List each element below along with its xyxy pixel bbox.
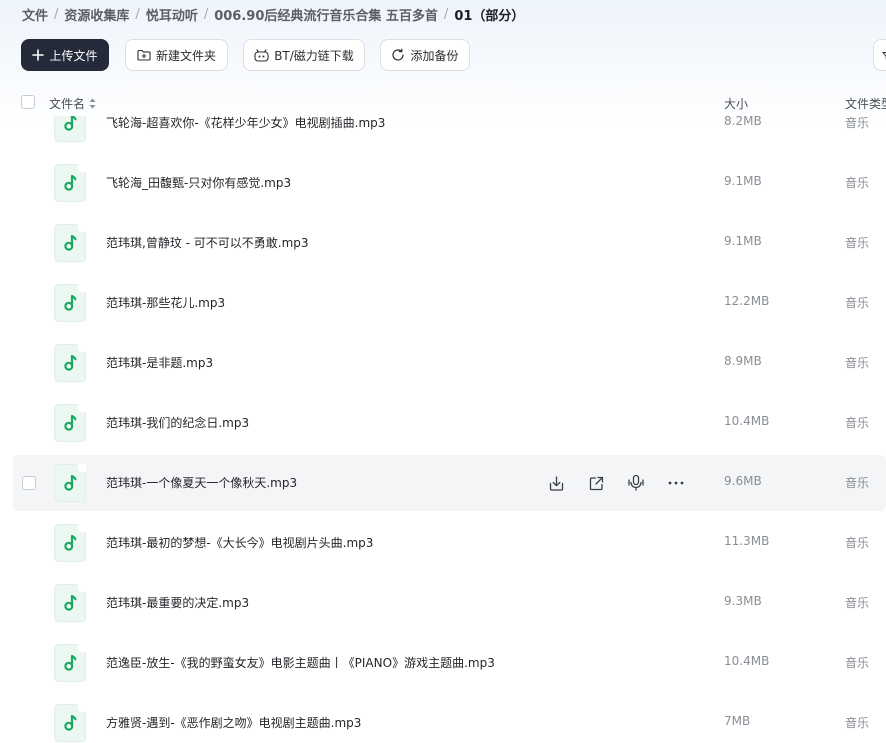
music-note-icon [54,116,86,142]
music-note-icon [54,704,86,742]
file-name[interactable]: 范玮琪-最初的梦想-《大长今》电视剧片头曲.mp3 [106,534,373,551]
file-name[interactable]: 范玮琪-那些花儿.mp3 [106,294,225,311]
file-type: 音乐 [845,416,870,430]
file-row[interactable]: 范逸臣-放生-《我的野蛮女友》电影主题曲丨《PIANO》游戏主题曲.mp3 10.… [13,635,886,691]
upload-button[interactable]: 上传文件 [21,39,109,71]
music-note-icon [54,524,86,562]
file-size: 12.2MB [724,294,770,308]
file-name[interactable]: 范玮琪,曾静玟 - 可不可以不勇敢.mp3 [106,234,309,251]
add-backup-button-label: 添加备份 [410,48,459,63]
file-name[interactable]: 飞轮海_田馥甄-只对你有感觉.mp3 [106,174,291,191]
file-size: 9.6MB [724,474,762,488]
file-row[interactable]: 范玮琪-一个像夏天一个像秋天.mp3 9.6MB 音乐 [13,455,886,511]
column-header-type[interactable]: 文件类型 [845,95,886,112]
row-checkbox[interactable] [22,476,36,490]
music-note-icon [54,284,86,322]
file-row[interactable]: 方雅贤-遇到-《恶作剧之吻》电视剧主题曲.mp3 7MB 音乐 [13,695,886,743]
file-name[interactable]: 范玮琪-最重要的决定.mp3 [106,594,249,611]
upload-button-label: 上传文件 [49,48,98,63]
file-size: 8.2MB [724,116,762,128]
file-row[interactable]: 范玮琪-是非题.mp3 8.9MB 音乐 [13,335,886,391]
breadcrumb-separator: / [443,6,449,22]
file-type: 音乐 [845,656,870,670]
file-name[interactable]: 范玮琪-一个像夏天一个像秋天.mp3 [106,474,297,491]
column-header-name-label: 文件名 [49,97,86,111]
music-note-icon [54,584,86,622]
new-folder-button[interactable]: 新建文件夹 [125,39,228,71]
music-note-icon [54,644,86,682]
breadcrumb-separator: / [135,6,140,22]
file-name[interactable]: 方雅贤-遇到-《恶作剧之吻》电视剧主题曲.mp3 [106,714,361,731]
folder-plus-icon [137,49,151,61]
voice-icon[interactable] [626,473,646,493]
breadcrumb-item-music[interactable]: 悦耳动听 [146,5,198,24]
file-type: 音乐 [845,356,870,370]
file-row[interactable]: 范玮琪-最初的梦想-《大长今》电视剧片头曲.mp3 11.3MB 音乐 [13,515,886,571]
file-row[interactable]: 范玮琪-那些花儿.mp3 12.2MB 音乐 [13,275,886,331]
music-note-icon [54,344,86,382]
file-size: 9.1MB [724,174,762,188]
bt-download-button-label: BT/磁力链下载 [274,48,354,63]
music-note-icon [54,404,86,442]
music-note-icon [54,464,86,502]
file-list: 飞轮海-超喜欢你-《花样少年少女》电视剧插曲.mp3 8.2MB 音乐 飞轮海_田馥甄… [0,116,886,743]
file-name[interactable]: 范逸臣-放生-《我的野蛮女友》电影主题曲丨《PIANO》游戏主题曲.mp3 [106,654,495,671]
add-backup-button[interactable]: 添加备份 [380,39,470,71]
file-type: 音乐 [845,476,870,490]
breadcrumb-item-collection[interactable]: 资源收集库 [64,5,129,24]
file-row[interactable]: 范玮琪,曾静玟 - 可不可以不勇敢.mp3 9.1MB 音乐 [13,215,886,271]
file-type: 音乐 [845,296,870,310]
breadcrumb-item-album[interactable]: 006.90后经典流行音乐合集 五百多首 [214,5,438,24]
file-size: 11.3MB [724,534,770,548]
file-size: 7MB [724,714,751,728]
file-row[interactable]: 范玮琪-我们的纪念日.mp3 10.4MB 音乐 [13,395,886,451]
more-icon[interactable] [666,473,686,493]
file-type: 音乐 [845,116,870,130]
file-size: 10.4MB [724,654,770,668]
bt-icon [254,48,269,62]
share-icon[interactable] [586,473,606,493]
column-header-size[interactable]: 大小 [724,95,748,112]
breadcrumb-separator: / [54,6,59,22]
file-row[interactable]: 范玮琪-最重要的决定.mp3 9.3MB 音乐 [13,575,886,631]
file-name[interactable]: 飞轮海-超喜欢你-《花样少年少女》电视剧插曲.mp3 [106,116,385,131]
breadcrumb-separator: / [203,6,209,22]
file-type: 音乐 [845,536,870,550]
file-size: 8.9MB [724,354,762,368]
music-note-icon [54,164,86,202]
plus-icon [32,49,45,61]
file-size: 9.1MB [724,234,762,248]
new-folder-button-label: 新建文件夹 [155,48,216,63]
file-type: 音乐 [845,176,870,190]
music-note-icon [54,224,86,262]
download-icon[interactable] [546,473,566,493]
bt-download-button[interactable]: BT/磁力链下载 [243,39,365,71]
file-name[interactable]: 范玮琪-我们的纪念日.mp3 [106,414,249,431]
file-type: 音乐 [845,596,870,610]
file-type: 音乐 [845,716,870,730]
select-all-checkbox[interactable] [21,95,35,109]
file-name[interactable]: 范玮琪-是非题.mp3 [106,354,213,371]
filter-button[interactable] [873,39,886,71]
file-row[interactable]: 飞轮海_田馥甄-只对你有感觉.mp3 9.1MB 音乐 [13,155,886,211]
table-header: 文件名 大小 文件类型 [0,90,886,116]
breadcrumb: 文件 / 资源收集库 / 悦耳动听 / 006.90后经典流行音乐合集 五百多首… [22,4,524,24]
file-type: 音乐 [845,236,870,250]
sync-icon [391,48,405,62]
sort-icon[interactable] [89,98,96,109]
breadcrumb-item-files[interactable]: 文件 [22,5,48,24]
file-row[interactable]: 飞轮海-超喜欢你-《花样少年少女》电视剧插曲.mp3 8.2MB 音乐 [13,116,886,151]
file-size: 9.3MB [724,594,762,608]
breadcrumb-current: 01（部分） [454,8,525,24]
file-size: 10.4MB [724,414,770,428]
column-header-name[interactable]: 文件名 [49,95,96,112]
filter-icon [881,46,886,65]
